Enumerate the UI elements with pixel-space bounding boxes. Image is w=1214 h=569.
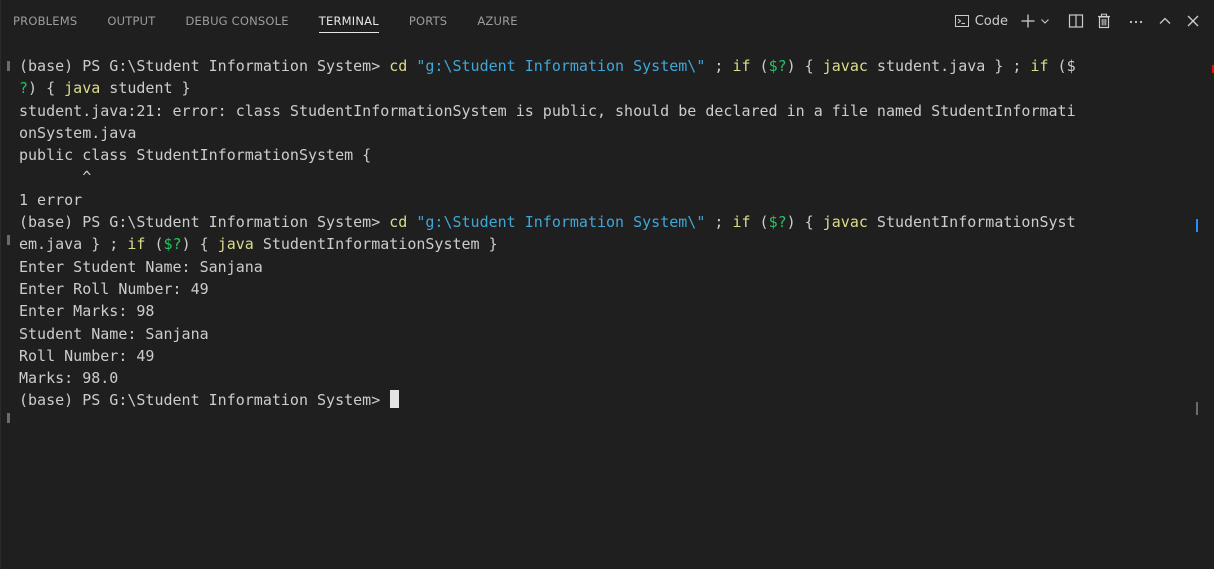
tab-output[interactable]: OUTPUT: [107, 0, 155, 42]
terminal-line: 1 error: [19, 190, 83, 209]
terminal-line: Roll Number: 49: [19, 346, 155, 365]
split-icon: [1068, 13, 1084, 29]
terminal-line: ^: [19, 168, 92, 187]
kill-terminal-button[interactable]: [1096, 9, 1112, 33]
tab-problems[interactable]: PROBLEMS: [13, 0, 77, 42]
tab-ports[interactable]: PORTS: [409, 0, 447, 42]
plus-icon: [1020, 13, 1036, 29]
terminal-line: Enter Marks: 98: [19, 302, 155, 321]
close-icon: [1186, 14, 1200, 28]
trash-icon: [1096, 13, 1112, 29]
chevron-up-icon: [1158, 14, 1172, 28]
command-decoration[interactable]: [7, 413, 10, 423]
terminal-profile-label: Code: [974, 13, 1008, 29]
terminal-line: Enter Student Name: Sanjana: [19, 257, 263, 276]
terminal-line: student.java:21: error: class StudentInf…: [19, 101, 1076, 120]
terminal-line: em.java } ; if ($?) { java StudentInform…: [19, 235, 498, 254]
tab-terminal[interactable]: TERMINAL: [318, 0, 379, 42]
more-actions-button[interactable]: [1128, 9, 1144, 33]
terminal-line: Student Name: Sanjana: [19, 324, 209, 343]
chevron-down-icon[interactable]: [1040, 16, 1050, 26]
panel-tab-bar: PROBLEMS OUTPUT DEBUG CONSOLE TERMINAL P…: [1, 0, 1214, 42]
terminal-output[interactable]: (base) PS G:\Student Information System>…: [19, 55, 1184, 569]
scroll-marker: [1196, 402, 1198, 415]
tab-azure[interactable]: AZURE: [477, 0, 517, 42]
terminal-line: onSystem.java: [19, 123, 137, 142]
command-decoration[interactable]: [7, 235, 10, 245]
panel-tabs: PROBLEMS OUTPUT DEBUG CONSOLE TERMINAL P…: [13, 0, 548, 42]
ellipsis-icon: [1128, 13, 1144, 29]
terminal-line: (base) PS G:\Student Information System>…: [19, 57, 1076, 75]
terminal-panel: PROBLEMS OUTPUT DEBUG CONSOLE TERMINAL P…: [0, 0, 1214, 569]
terminal-line: public class StudentInformationSystem {: [19, 146, 372, 165]
terminal-prompt-line[interactable]: (base) PS G:\Student Information System>: [19, 389, 1184, 411]
maximize-panel-button[interactable]: [1158, 9, 1172, 33]
scroll-marker: [1196, 219, 1198, 232]
terminal-icon: [954, 13, 970, 29]
terminal-line: ?) { java student }: [19, 79, 191, 98]
terminal-cursor: [390, 390, 400, 409]
terminal-profile-button[interactable]: Code: [954, 9, 1008, 33]
split-terminal-button[interactable]: [1068, 9, 1084, 33]
command-decoration[interactable]: [7, 61, 10, 71]
tab-debug-console[interactable]: DEBUG CONSOLE: [185, 0, 288, 42]
terminal-line: Enter Roll Number: 49: [19, 279, 209, 298]
close-panel-button[interactable]: [1186, 9, 1200, 33]
new-terminal-button[interactable]: [1020, 9, 1050, 33]
terminal-line: (base) PS G:\Student Information System>…: [19, 213, 1076, 232]
terminal-line: Marks: 98.0: [19, 369, 119, 388]
panel-actions: Code: [942, 0, 1200, 42]
